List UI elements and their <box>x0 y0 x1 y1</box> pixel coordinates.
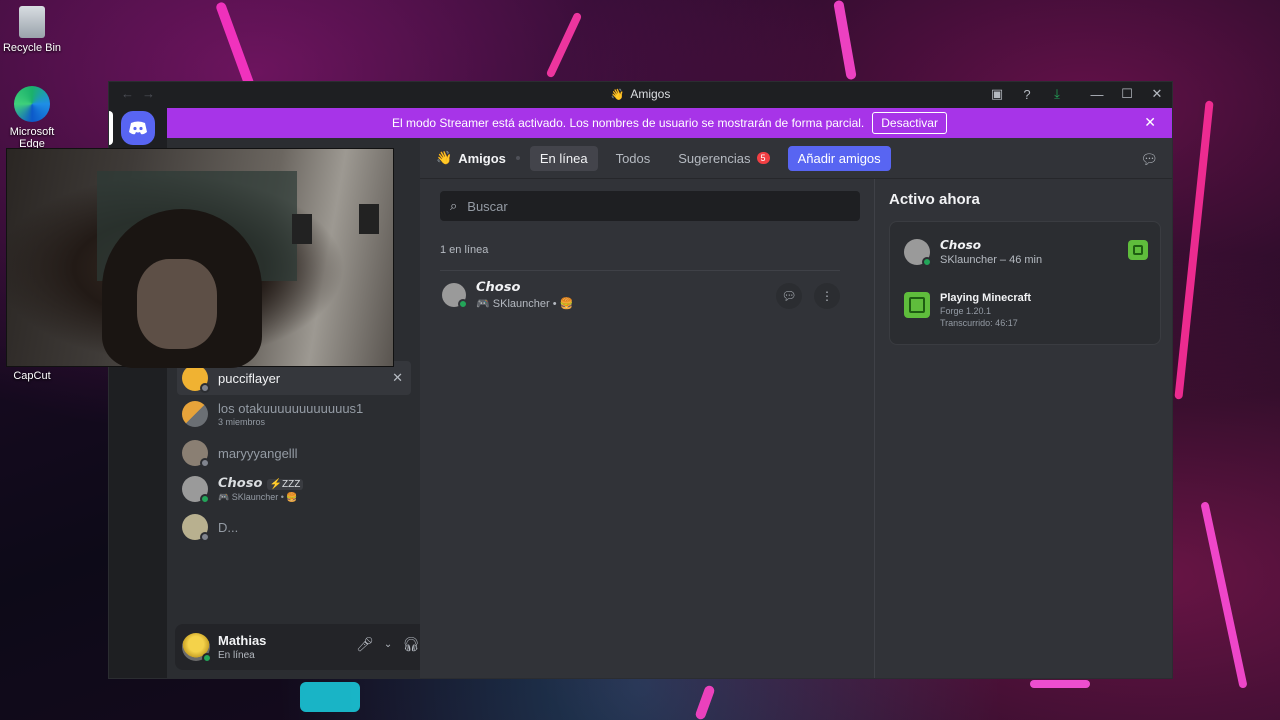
maximize-button[interactable]: ☐ <box>1112 86 1142 102</box>
close-banner-icon[interactable]: ✕ <box>1144 114 1156 131</box>
discord-home-button[interactable] <box>121 111 155 145</box>
friend-activity-text: SKlauncher • 🍔 <box>492 297 574 310</box>
webcam-face <box>137 259 217 349</box>
activity-card[interactable]: 𝘾𝙝𝙤𝙨𝙤 SKlauncher – 46 min Playing Minecr… <box>889 221 1161 345</box>
gamepad-icon: 🎮 <box>218 491 230 502</box>
user-status: En línea <box>218 650 255 661</box>
microphone-icon[interactable]: 🎤︎ <box>356 636 374 653</box>
suggestions-badge: 5 <box>756 152 770 164</box>
avatar <box>182 365 210 393</box>
status-online-icon <box>202 653 212 663</box>
active-now-panel: Activo ahora 𝘾𝙝𝙤𝙨𝙤 SKlauncher – 46 min P… <box>874 179 1172 678</box>
help-icon[interactable]: ? <box>1012 87 1042 102</box>
friends-list-panel: ⌕ 1 en línea 𝘾𝙝𝙤𝙨𝙤 🎮 SKlauncher • 🍔 💬︎ ⋮ <box>420 179 874 678</box>
dm-item[interactable]: D... <box>177 510 411 544</box>
dm-item[interactable]: maryyyangelll <box>177 436 411 470</box>
banner-text: El modo Streamer está activado. Los nomb… <box>392 116 865 130</box>
dm-subtitle: 🎮 SKlauncher • 🍔 <box>218 492 303 503</box>
group-avatar <box>182 401 208 427</box>
minecraft-game-icon <box>904 292 930 318</box>
desktop-icon-label: Recycle Bin <box>2 42 62 54</box>
game-version: Forge 1.20.1 <box>940 306 992 316</box>
discord-logo-icon <box>129 121 147 134</box>
active-now-heading: Activo ahora <box>889 191 980 208</box>
close-dm-icon[interactable]: ✕ <box>392 370 403 386</box>
more-options-icon[interactable]: ⋮ <box>814 283 840 309</box>
dm-name: los otakuuuuuuuuuuuus1 <box>218 401 364 416</box>
edge-icon <box>14 86 50 122</box>
dm-name-text: 𝘾𝙝𝙤𝙨𝙤 <box>218 475 263 491</box>
dm-name: maryyyangelll <box>218 445 298 461</box>
desktop-icon-label: Microsoft Edge <box>9 126 55 150</box>
friends-icon: 👋 <box>610 89 625 101</box>
dm-activity: SKlauncher • 🍔 <box>231 491 298 502</box>
title-bar: ←→ 👋 Amigos ▣ ? ⤓ — ☐ ✕ <box>109 82 1172 106</box>
tab-online[interactable]: En línea <box>529 145 598 171</box>
user-avatar[interactable] <box>182 633 212 663</box>
streamer-mode-banner: El modo Streamer está activado. Los nomb… <box>167 108 1172 138</box>
playing-title: Playing Minecraft <box>940 292 1032 304</box>
avatar <box>182 440 210 468</box>
dm-name: D... <box>218 519 239 535</box>
status-online-icon <box>458 298 468 309</box>
minecraft-icon <box>1128 240 1148 260</box>
dm-subtitle: 3 miembros <box>218 417 266 427</box>
status-online-icon <box>200 494 210 504</box>
main-content: 👋 Amigos En línea Todos Sugerencias 5 Añ… <box>420 138 1172 678</box>
search-input[interactable] <box>467 198 838 214</box>
window-title-text: Amigos <box>630 87 671 101</box>
desktop-icon-recycle-bin[interactable]: Recycle Bin <box>0 6 64 54</box>
add-friends-button[interactable]: Añadir amigos <box>787 145 891 171</box>
search-box[interactable]: ⌕ <box>440 191 860 221</box>
search-icon: ⌕ <box>450 198 458 213</box>
avatar <box>182 476 210 504</box>
avatar <box>182 514 210 542</box>
deactivate-button[interactable]: Desactivar <box>872 112 947 134</box>
friend-avatar <box>442 282 468 309</box>
tab-all[interactable]: Todos <box>606 146 661 171</box>
friends-heading-text: Amigos <box>458 150 506 166</box>
desktop-icon-label: CapCut <box>13 370 51 382</box>
dm-name: pucciflayer <box>218 370 281 386</box>
tab-suggestions-label: Sugerencias <box>678 150 751 166</box>
status-offline-icon <box>200 458 210 468</box>
friends-wave-icon: 👋 <box>436 150 453 165</box>
online-count: 1 en línea <box>440 244 489 256</box>
separator-dot <box>515 156 520 160</box>
download-icon[interactable]: ⤓ <box>1042 86 1072 102</box>
new-group-dm-icon[interactable]: 💬︎ <box>1140 151 1158 168</box>
activity-avatar <box>904 239 932 267</box>
friends-heading: 👋 Amigos <box>436 150 506 166</box>
minimize-button[interactable]: — <box>1082 87 1112 102</box>
dm-tag: ⚡ZZZ <box>266 478 304 490</box>
friends-topbar: 👋 Amigos En línea Todos Sugerencias 5 Añ… <box>420 138 1172 179</box>
friend-row[interactable]: 𝘾𝙝𝙤𝙨𝙤 🎮 SKlauncher • 🍔 💬︎ ⋮ <box>440 270 840 318</box>
desktop-icon-capcut[interactable]: CapCut <box>0 370 64 382</box>
webcam-poster <box>292 214 312 244</box>
status-offline-icon <box>200 383 210 393</box>
dm-name: 𝘾𝙝𝙤𝙨𝙤 ⚡ZZZ <box>218 475 304 491</box>
activity-sub: SKlauncher – 46 min <box>940 254 1043 266</box>
status-offline-icon <box>200 532 210 542</box>
selected-pill <box>109 111 113 145</box>
close-window-button[interactable]: ✕ <box>1142 86 1172 102</box>
status-online-icon <box>922 257 932 267</box>
inbox-screen-icon[interactable]: ▣ <box>982 86 1012 102</box>
tab-suggestions[interactable]: Sugerencias 5 <box>668 146 779 171</box>
headphones-icon[interactable]: 🎧︎ <box>402 636 420 653</box>
activity-user: 𝘾𝙝𝙤𝙨𝙤 <box>940 238 981 252</box>
desktop-icon-edge[interactable]: Microsoft Edge <box>0 86 64 150</box>
dm-item[interactable]: los otakuuuuuuuuuuuus1 3 miembros <box>177 396 411 432</box>
friend-name: 𝘾𝙝𝙤𝙨𝙤 <box>476 279 521 295</box>
username: Mathias <box>218 633 267 648</box>
recycle-bin-icon <box>19 6 45 38</box>
elapsed-time: Transcurrido: 46:17 <box>940 318 1018 328</box>
webcam-poster <box>359 204 379 234</box>
gamepad-icon: 🎮 <box>476 297 490 310</box>
webcam-overlay <box>6 148 394 368</box>
message-icon[interactable]: 💬︎ <box>776 283 802 309</box>
friend-activity: 🎮 SKlauncher • 🍔 <box>476 297 573 310</box>
dm-item[interactable]: 𝘾𝙝𝙤𝙨𝙤 ⚡ZZZ 🎮 SKlauncher • 🍔 <box>177 471 411 507</box>
chevron-down-icon[interactable]: ⌄ <box>384 639 392 653</box>
